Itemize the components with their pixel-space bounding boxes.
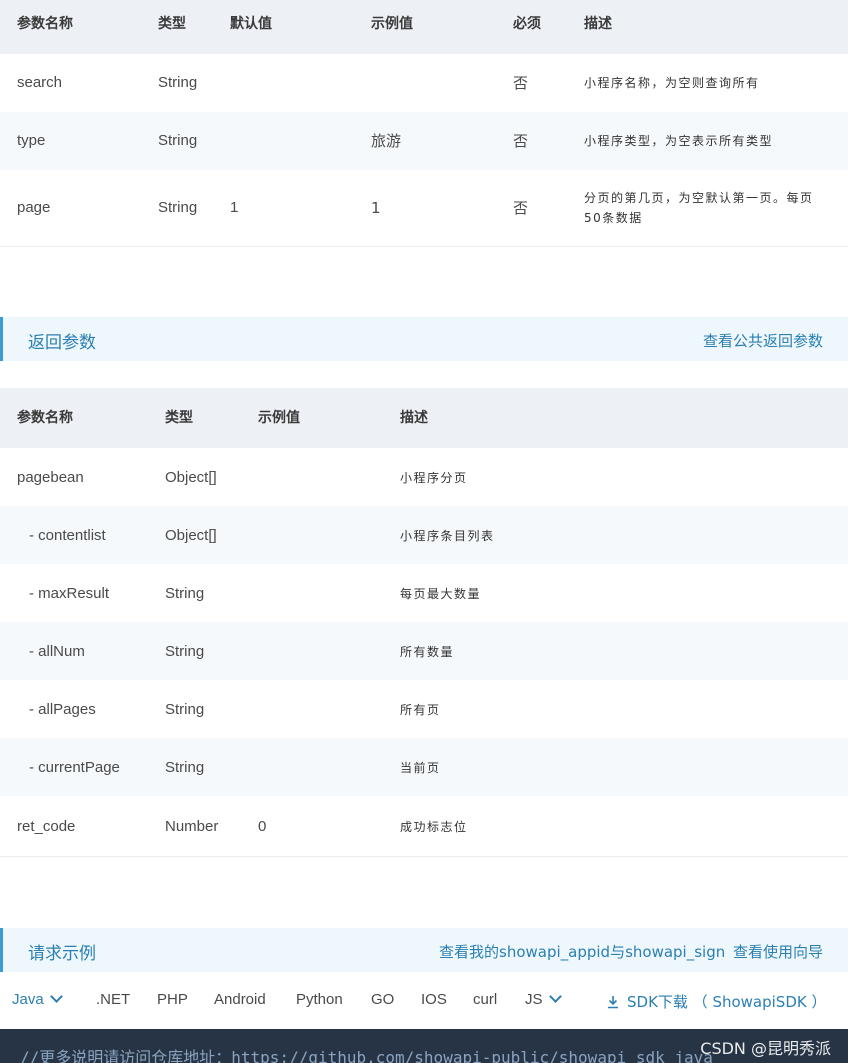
- return-params-section-header: 返回参数 查看公共返回参数: [0, 317, 848, 361]
- view-appid-sign-link[interactable]: 查看我的showapi_appid与showapi_sign: [439, 941, 725, 962]
- field-name: - maxResult: [29, 585, 110, 602]
- code-line: //更多说明请访问仓库地址：https://github.com/showapi…: [20, 1048, 713, 1063]
- col-desc-header: 描述: [584, 16, 612, 32]
- field-name: ret_code: [17, 818, 76, 835]
- table-row: - maxResult String 每页最大数量: [0, 564, 848, 622]
- table-row: - currentPage String 当前页: [0, 738, 848, 796]
- tab-js[interactable]: JS: [525, 990, 562, 1008]
- param-example: 1: [371, 199, 381, 217]
- request-example-section-header: 请求示例 查看我的showapi_appid与showapi_sign 查看使用…: [0, 928, 848, 972]
- param-type: String: [158, 74, 198, 91]
- field-type: Object[]: [165, 527, 217, 544]
- field-type: String: [165, 759, 205, 776]
- sdk-download-link[interactable]: SDK下载 （ ShowapiSDK ）: [607, 991, 826, 1012]
- col-name-header: 参数名称: [17, 410, 73, 426]
- tab-go[interactable]: GO: [371, 991, 394, 1008]
- table-row: type String 旅游 否 小程序类型，为空表示所有类型: [0, 112, 848, 170]
- table-row: pagebean Object[] 小程序分页: [0, 448, 848, 506]
- view-common-return-params-link[interactable]: 查看公共返回参数: [703, 330, 823, 351]
- col-required-header: 必须: [513, 16, 541, 32]
- param-default: 1: [230, 199, 239, 216]
- table-row: page String 1 1 否 分页的第几页，为空默认第一页。每页50条数据: [0, 170, 848, 247]
- field-desc: 小程序条目列表: [400, 529, 495, 543]
- field-type: Object[]: [165, 469, 217, 486]
- param-name: search: [17, 74, 63, 91]
- field-name: - allPages: [29, 701, 96, 718]
- field-desc: 成功标志位: [400, 820, 468, 834]
- field-name: - currentPage: [29, 759, 120, 776]
- tab-python[interactable]: Python: [296, 991, 343, 1008]
- param-desc: 小程序名称，为空则查询所有: [584, 76, 760, 90]
- col-type-header: 类型: [165, 410, 193, 426]
- download-icon: [608, 996, 618, 1009]
- table-row: search String 否 小程序名称，为空则查询所有: [0, 54, 848, 112]
- code-block[interactable]: //更多说明请访问仓库地址：https://github.com/showapi…: [0, 1029, 848, 1063]
- field-name: - allNum: [29, 643, 85, 660]
- field-type: String: [165, 701, 205, 718]
- tab-curl[interactable]: curl: [473, 991, 497, 1008]
- col-type-header: 类型: [158, 16, 186, 32]
- param-desc: 分页的第几页，为空默认第一页。每页50条数据: [584, 191, 814, 225]
- table-row: - allNum String 所有数量: [0, 622, 848, 680]
- col-example-header: 示例值: [371, 16, 413, 32]
- param-example: 旅游: [371, 132, 402, 150]
- field-desc: 所有数量: [400, 645, 455, 659]
- table-row: - allPages String 所有页: [0, 680, 848, 738]
- table-header: 参数名称 类型 默认值 示例值 必须 描述: [0, 0, 848, 54]
- param-type: String: [158, 199, 198, 216]
- field-desc: 小程序分页: [400, 471, 468, 485]
- param-name: type: [17, 132, 46, 149]
- param-type: String: [158, 132, 198, 149]
- view-usage-guide-link[interactable]: 查看使用向导: [733, 941, 823, 962]
- field-type: String: [165, 585, 205, 602]
- col-default-header: 默认值: [230, 16, 272, 32]
- tab-ios[interactable]: IOS: [421, 991, 447, 1008]
- col-desc-header: 描述: [400, 410, 428, 426]
- tab-label: JS: [525, 991, 543, 1008]
- tab-android[interactable]: Android: [214, 991, 266, 1008]
- field-desc: 当前页: [400, 761, 441, 775]
- section-title: 请求示例: [28, 944, 96, 964]
- tab-label: Java: [12, 991, 44, 1008]
- language-tabs: Java .NET PHP Android Python GO IOS curl…: [0, 980, 848, 1024]
- field-name: pagebean: [17, 469, 84, 486]
- param-desc: 小程序类型，为空表示所有类型: [584, 134, 774, 148]
- table-row: - contentlist Object[] 小程序条目列表: [0, 506, 848, 564]
- section-title: 返回参数: [28, 333, 96, 353]
- param-required: 否: [513, 132, 529, 150]
- chevron-down-icon: [548, 990, 562, 1003]
- field-name: - contentlist: [29, 527, 106, 544]
- field-type: String: [165, 643, 205, 660]
- field-desc: 每页最大数量: [400, 587, 482, 601]
- col-example-header: 示例值: [258, 410, 300, 426]
- sdk-download-label: SDK下载 （ ShowapiSDK ）: [627, 993, 827, 1011]
- tab-java[interactable]: Java: [12, 990, 63, 1008]
- param-required: 否: [513, 199, 529, 217]
- param-required: 否: [513, 74, 529, 92]
- tab-php[interactable]: PHP: [157, 991, 188, 1008]
- chevron-down-icon: [49, 990, 63, 1003]
- table-header: 参数名称 类型 示例值 描述: [0, 388, 848, 448]
- tab-dotnet[interactable]: .NET: [96, 991, 130, 1008]
- field-example: 0: [258, 818, 267, 835]
- table-row: ret_code Number 0 成功标志位: [0, 796, 848, 857]
- field-type: Number: [165, 818, 219, 835]
- param-name: page: [17, 199, 51, 216]
- watermark: CSDN @昆明秀派: [700, 1039, 831, 1058]
- field-desc: 所有页: [400, 703, 441, 717]
- col-name-header: 参数名称: [17, 16, 73, 32]
